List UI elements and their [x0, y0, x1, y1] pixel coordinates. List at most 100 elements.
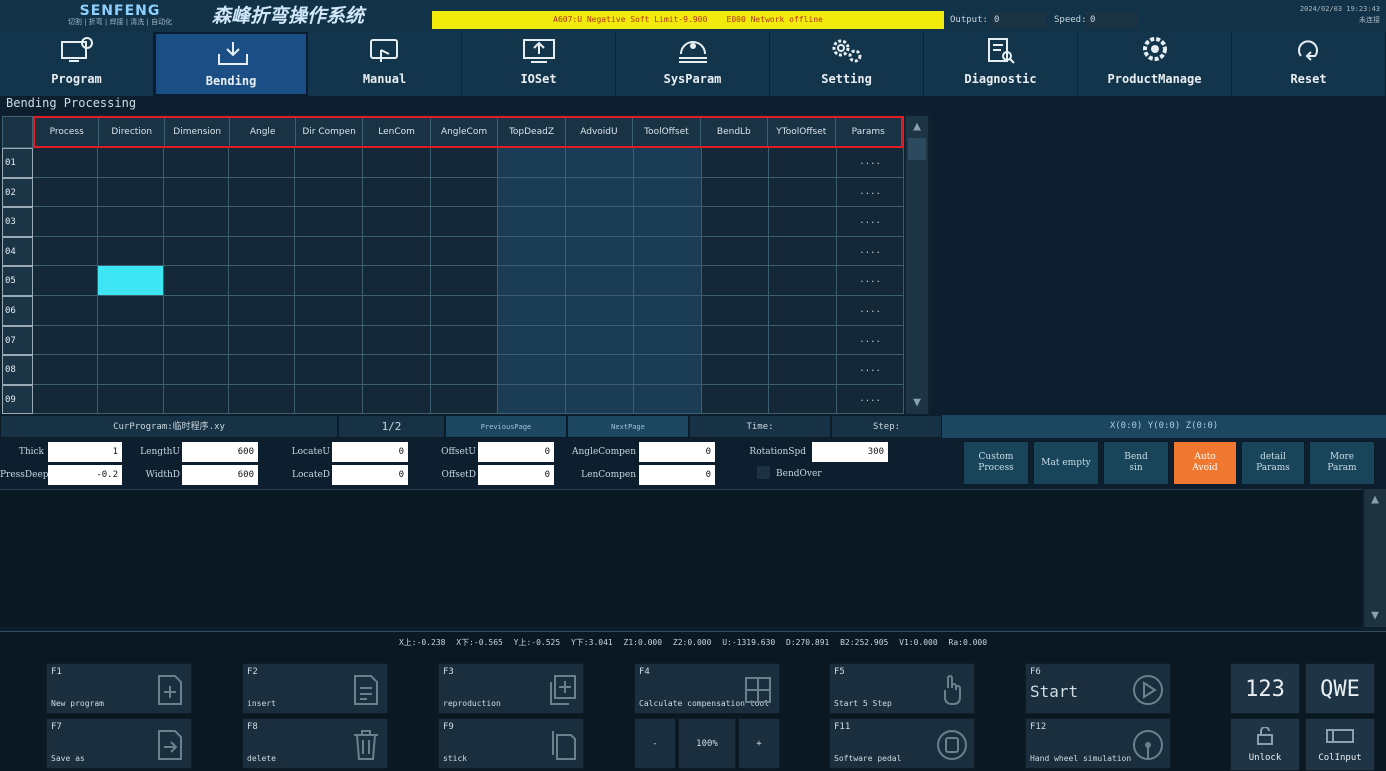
nav-setting[interactable]: Setting — [770, 32, 925, 96]
table-cell[interactable] — [769, 236, 838, 266]
column-header[interactable]: Dimension — [164, 118, 231, 146]
table-cell[interactable] — [229, 207, 296, 236]
nav-productmanage[interactable]: ProductManage — [1078, 32, 1233, 96]
f3-reproduction-button[interactable]: F3 reproduction — [438, 663, 584, 714]
column-header[interactable]: Process — [35, 118, 100, 146]
detail-params-button[interactable]: detail Params — [1241, 441, 1305, 485]
table-cell[interactable] — [701, 148, 770, 177]
table-cell[interactable] — [633, 295, 702, 325]
scroll-thumb[interactable] — [908, 138, 926, 160]
table-cell[interactable] — [295, 207, 363, 236]
table-cell[interactable] — [163, 384, 230, 414]
table-cell[interactable] — [769, 177, 838, 207]
table-cell[interactable] — [769, 207, 838, 236]
table-cell[interactable] — [362, 295, 431, 325]
table-cell[interactable] — [498, 207, 567, 236]
nav-manual[interactable]: Manual — [308, 32, 463, 96]
column-header[interactable]: Dir Compen — [295, 118, 364, 146]
table-cell[interactable] — [295, 266, 363, 295]
f7-save-as-button[interactable]: F7 Save as — [46, 718, 192, 769]
table-cell[interactable] — [769, 355, 838, 384]
table-cell[interactable] — [97, 295, 164, 325]
table-cell[interactable] — [97, 207, 164, 236]
table-cell[interactable] — [566, 236, 634, 266]
table-cell[interactable] — [97, 325, 164, 355]
table-cell[interactable] — [498, 177, 567, 207]
table-cell[interactable] — [229, 295, 296, 325]
table-cell[interactable] — [633, 177, 702, 207]
table-cell[interactable] — [295, 355, 363, 384]
table-cell[interactable] — [430, 207, 499, 236]
previous-page-button[interactable]: PreviousPage — [445, 415, 567, 438]
table-cell[interactable] — [566, 266, 634, 295]
pressdeep-input[interactable]: -0.2 — [48, 465, 122, 485]
located-input[interactable]: 0 — [332, 465, 408, 485]
table-cell[interactable] — [566, 355, 634, 384]
row-number[interactable]: 08 — [2, 355, 33, 385]
table-cell[interactable] — [229, 177, 296, 207]
auto-avoid-button[interactable]: Auto Avoid — [1173, 441, 1237, 485]
column-header[interactable]: YToolOffset — [768, 118, 836, 146]
table-cell[interactable] — [769, 148, 838, 177]
table-cell[interactable] — [633, 236, 702, 266]
col-input-button[interactable]: ColInput — [1305, 718, 1375, 771]
table-cell[interactable] — [33, 177, 98, 207]
f8-delete-button[interactable]: F8 delete — [242, 718, 388, 769]
table-cell[interactable] — [769, 325, 838, 355]
table-cell[interactable] — [633, 148, 702, 177]
table-cell[interactable] — [701, 236, 770, 266]
table-cell[interactable] — [633, 384, 702, 414]
table-cell[interactable] — [33, 355, 98, 384]
table-cell[interactable] — [430, 266, 499, 295]
column-header[interactable]: LenCom — [363, 118, 431, 146]
table-cell[interactable] — [163, 355, 230, 384]
locateu-input[interactable]: 0 — [332, 442, 408, 462]
column-header[interactable]: AdvoidU — [565, 118, 634, 146]
table-cell[interactable] — [566, 177, 634, 207]
table-cell[interactable] — [163, 148, 230, 177]
column-header[interactable]: BendLb — [700, 118, 769, 146]
params-cell[interactable]: .... — [837, 384, 905, 414]
table-cell[interactable] — [701, 266, 770, 295]
row-number[interactable]: 02 — [2, 177, 33, 208]
table-cell[interactable] — [430, 148, 499, 177]
column-header[interactable]: ToolOffset — [633, 118, 701, 146]
table-cell[interactable] — [33, 236, 98, 266]
table-cell[interactable] — [97, 236, 164, 266]
custom-process-button[interactable]: Custom Process — [963, 441, 1029, 485]
zoom-out-button[interactable]: - — [634, 718, 676, 769]
table-cell[interactable] — [163, 177, 230, 207]
table-cell[interactable] — [701, 384, 770, 414]
table-cell[interactable] — [701, 325, 770, 355]
table-cell[interactable] — [701, 295, 770, 325]
row-number[interactable]: 05 — [2, 266, 33, 296]
table-cell[interactable] — [362, 384, 431, 414]
table-scrollbar[interactable]: ▲ ▼ — [906, 116, 928, 414]
column-header[interactable]: Params — [835, 118, 902, 146]
table-cell[interactable] — [229, 148, 296, 177]
table-cell[interactable] — [229, 355, 296, 384]
column-header[interactable]: TopDeadZ — [498, 118, 566, 146]
table-cell[interactable] — [362, 148, 431, 177]
table-cell[interactable] — [295, 148, 363, 177]
table-cell[interactable] — [633, 355, 702, 384]
table-cell[interactable] — [163, 266, 230, 295]
table-cell[interactable] — [498, 266, 567, 295]
table-cell[interactable] — [701, 355, 770, 384]
row-number[interactable]: 04 — [2, 236, 33, 267]
table-cell[interactable] — [229, 236, 296, 266]
table-cell[interactable] — [229, 266, 296, 295]
thick-input[interactable]: 1 — [48, 442, 122, 462]
table-cell[interactable] — [498, 355, 567, 384]
table-cell[interactable] — [97, 355, 164, 384]
nav-diagnostic[interactable]: Diagnostic — [924, 32, 1079, 96]
lengthu-input[interactable]: 600 — [182, 442, 258, 462]
table-cell[interactable] — [769, 266, 838, 295]
table-cell[interactable] — [769, 384, 838, 414]
f1-new-program-button[interactable]: F1 New program — [46, 663, 192, 714]
table-cell[interactable] — [362, 325, 431, 355]
table-cell[interactable] — [362, 355, 431, 384]
row-number[interactable]: 09 — [2, 384, 33, 415]
table-cell[interactable] — [362, 236, 431, 266]
table-cell[interactable] — [566, 384, 634, 414]
